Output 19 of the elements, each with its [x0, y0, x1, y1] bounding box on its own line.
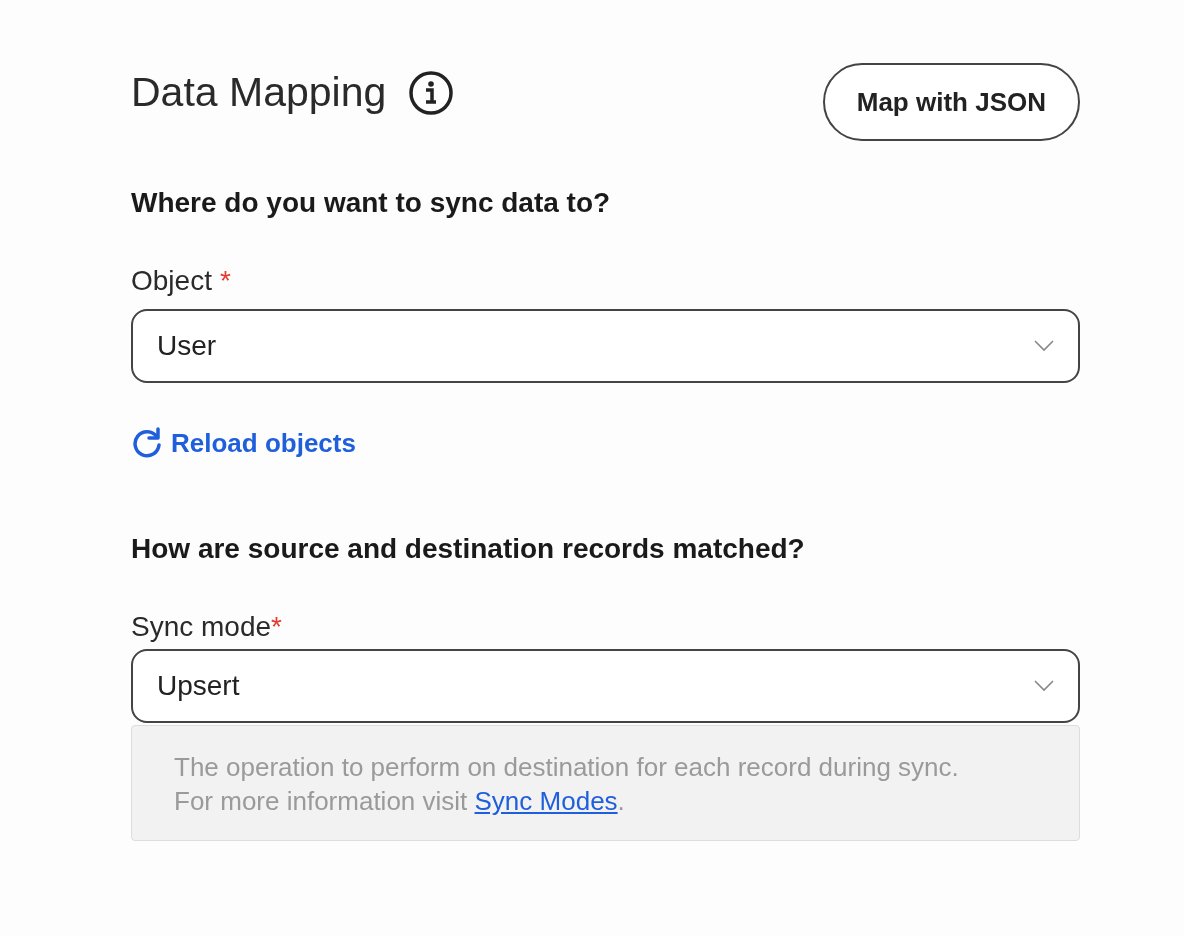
- reload-objects-link[interactable]: Reload objects: [131, 427, 356, 459]
- field-label: Object: [131, 265, 212, 297]
- required-mark: *: [271, 611, 282, 643]
- select-value: Upsert: [157, 670, 240, 702]
- required-mark: *: [219, 265, 231, 297]
- map-with-json-button[interactable]: Map with JSON: [822, 63, 1080, 141]
- help-text: The operation to perform on destination for each record during sync. For more information visit Sync Modes.: [131, 725, 1080, 841]
- chevron-down-icon: [1034, 680, 1054, 692]
- select-field[interactable]: User: [131, 309, 1080, 383]
- page-title: Data Mapping: [131, 69, 387, 116]
- select-value: User: [157, 330, 217, 362]
- select-field[interactable]: Upsert: [131, 649, 1080, 723]
- section-heading: Where do you want to sync data to?: [131, 186, 612, 219]
- info-icon[interactable]: [408, 69, 455, 116]
- refresh-icon: [131, 427, 163, 459]
- section-heading: How are source and destination records matched?: [131, 532, 806, 565]
- chevron-down-icon: [1034, 340, 1054, 352]
- sync-modes-link[interactable]: Sync Modes: [474, 786, 618, 816]
- field-label: Sync mode: [131, 611, 272, 643]
